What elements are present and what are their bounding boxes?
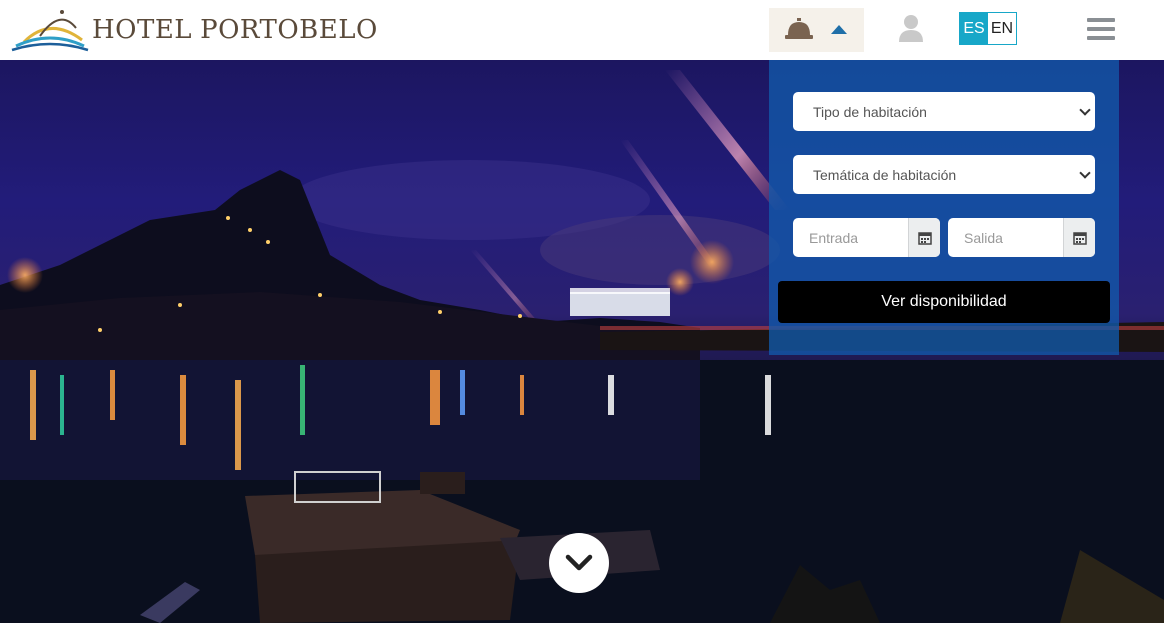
room-type-select-label: Tipo de habitación (813, 103, 927, 120)
chevron-down-icon (1079, 104, 1091, 116)
hamburger-icon[interactable] (1087, 18, 1115, 42)
logo-text: HOTEL PORTOBELO (92, 15, 378, 45)
logo-mark-icon (11, 10, 89, 52)
language-en[interactable]: EN (988, 13, 1016, 44)
calendar-icon[interactable] (1063, 218, 1095, 257)
user-icon[interactable] (898, 14, 924, 42)
calendar-icon[interactable] (908, 218, 940, 257)
room-theme-select-label: Temática de habitación (813, 166, 957, 183)
checkout-field[interactable]: Salida (948, 218, 1095, 257)
scroll-down-button[interactable] (549, 533, 609, 593)
reception-bell-icon (785, 18, 813, 39)
check-availability-button[interactable]: Ver disponibilidad (778, 281, 1110, 323)
logo-word-hotel: HOTEL (92, 15, 193, 45)
checkin-placeholder: Entrada (809, 229, 859, 246)
caret-up-icon (831, 25, 847, 34)
checkin-field[interactable]: Entrada (793, 218, 940, 257)
hotel-logo[interactable]: HOTEL PORTOBELO (10, 6, 377, 54)
chevron-down-icon (1079, 167, 1091, 179)
room-type-select[interactable]: Tipo de habitación (793, 92, 1095, 131)
checkout-placeholder: Salida (964, 229, 1003, 246)
room-theme-select[interactable]: Temática de habitación (793, 155, 1095, 194)
chevron-down-icon (565, 554, 593, 571)
booking-toggle[interactable] (769, 8, 864, 52)
site-header: HOTEL PORTOBELO ES EN (0, 0, 1164, 60)
logo-word-portobelo: PORTOBELO (200, 15, 378, 45)
booking-panel: Tipo de habitación Temática de habitació… (769, 60, 1119, 355)
language-es[interactable]: ES (960, 13, 988, 44)
language-switcher: ES EN (959, 12, 1017, 45)
